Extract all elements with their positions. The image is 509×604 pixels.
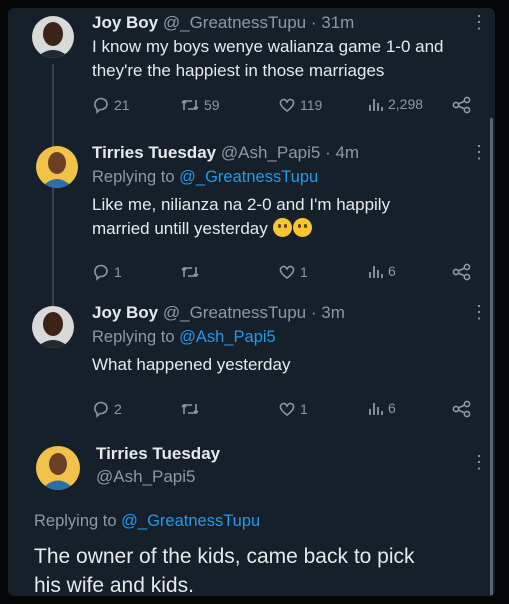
reply-icon [94,97,108,114]
reply-button[interactable]: 1 [92,263,122,281]
retweet-icon [181,403,199,415]
like-button[interactable]: 1 [278,400,308,418]
replying-to: Replying to @_GreatnessTupu [92,168,319,186]
reply-button[interactable]: 21 [92,96,130,114]
handle[interactable]: @Ash_Papi5 [221,143,321,162]
reply-button[interactable]: 2 [92,400,122,418]
main-tweet: Tirries Tuesday @Ash_Papi5 ⋮ Replying to… [8,430,495,596]
display-name[interactable]: Tirries Tuesday [92,143,216,162]
sad-face-emoji-icon [293,218,313,237]
mention-link[interactable]: @_GreatnessTupu [179,168,318,186]
retweet-button[interactable] [180,400,204,418]
reply-icon [94,401,108,418]
display-name[interactable]: Joy Boy [92,303,158,322]
tweet-text: I know my boys wenye walianza game 1-0 a… [92,37,444,80]
heart-icon [279,98,295,112]
views-icon [369,99,383,111]
more-options-icon[interactable]: ⋮ [470,12,488,33]
mention-link[interactable]: @_GreatnessTupu [121,512,260,530]
handle[interactable]: @Ash_Papi5 [96,467,196,486]
sad-face-emoji-icon [273,218,293,237]
tweet-actions: 21 59 119 2,298 [92,96,472,118]
views-button[interactable]: 2,298 [368,96,423,112]
tweet-header: Tirries Tuesday @Ash_Papi5 · 4m [92,143,359,163]
tweet-actions: 1 1 6 [92,263,472,285]
heart-icon [279,402,295,416]
reply-icon [94,264,108,281]
main-tweet-handle: @Ash_Papi5 [96,467,196,487]
share-icon [452,400,471,418]
tweet-3[interactable]: Joy Boy @_GreatnessTupu · 3m ⋮ Replying … [8,290,495,430]
replying-to: Replying to @_GreatnessTupu [34,512,261,530]
like-button[interactable]: 1 [278,263,308,281]
replying-to: Replying to @Ash_Papi5 [92,328,276,346]
tweet-text: Like me, nilianza na 2-0 and I'm happily… [92,195,391,238]
more-options-icon[interactable]: ⋮ [470,142,488,163]
display-name[interactable]: Joy Boy [92,13,158,32]
tweet-1[interactable]: Joy Boy @_GreatnessTupu · 31m ⋮ I know m… [8,8,495,130]
like-button[interactable]: 119 [278,96,322,114]
share-icon [452,96,471,114]
share-button[interactable] [452,263,472,281]
share-icon [452,263,471,281]
views-icon [369,266,383,278]
main-tweet-name: Tirries Tuesday [96,444,220,464]
avatar[interactable] [32,16,74,58]
mention-link[interactable]: @Ash_Papi5 [179,328,276,346]
tweet-header: Joy Boy @_GreatnessTupu · 3m [92,303,345,323]
retweet-button[interactable]: 59 [180,96,220,114]
display-name[interactable]: Tirries Tuesday [96,444,220,463]
more-options-icon[interactable]: ⋮ [470,452,488,473]
share-button[interactable] [452,96,472,114]
timestamp[interactable]: · 3m [311,303,345,322]
timestamp[interactable]: · 4m [325,143,359,162]
avatar[interactable] [36,446,80,490]
handle[interactable]: @_GreatnessTupu [163,13,306,32]
avatar[interactable] [36,146,78,188]
views-button[interactable]: 6 [368,400,396,416]
tweet-2[interactable]: Tirries Tuesday @Ash_Papi5 · 4m ⋮ Replyi… [8,130,495,290]
scrollbar[interactable] [490,118,493,596]
retweet-icon [181,266,199,278]
share-button[interactable] [452,400,472,418]
retweet-button[interactable] [180,263,204,281]
more-options-icon[interactable]: ⋮ [470,302,488,323]
retweet-icon [181,99,199,111]
handle[interactable]: @_GreatnessTupu [163,303,306,322]
tweet-text: What happened yesterday [92,355,291,374]
timestamp[interactable]: · 31m [311,13,354,32]
main-tweet-text: The owner of the kids, came back to pick… [34,545,415,596]
tweet-thread: Joy Boy @_GreatnessTupu · 31m ⋮ I know m… [8,8,495,596]
tweet-actions: 2 1 6 [92,400,472,422]
views-icon [369,403,383,415]
views-button[interactable]: 6 [368,263,396,279]
heart-icon [279,265,295,279]
tweet-header: Joy Boy @_GreatnessTupu · 31m [92,13,354,33]
avatar[interactable] [32,306,74,348]
